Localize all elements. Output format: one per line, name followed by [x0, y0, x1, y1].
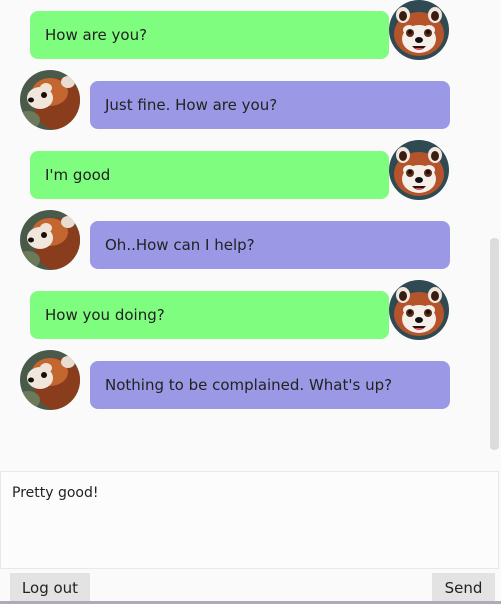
- their-message-bubble: Just fine. How are you?: [90, 81, 450, 129]
- my-message-bubble: How are you?: [30, 11, 389, 59]
- send-button[interactable]: Send: [432, 573, 495, 602]
- chat-messages-area[interactable]: How are you? Just fine. How are you? I'm…: [0, 0, 501, 470]
- chat-scrollbar[interactable]: [490, 238, 499, 450]
- message-row: I'm good: [0, 150, 501, 210]
- message-row: Oh..How can I help?: [0, 220, 501, 280]
- message-row: Nothing to be complained. What's up?: [0, 360, 501, 420]
- logout-button[interactable]: Log out: [10, 573, 90, 602]
- red-panda-avatar-icon: [389, 140, 449, 200]
- red-panda-avatar-icon: [20, 350, 80, 410]
- my-message-bubble: I'm good: [30, 151, 389, 199]
- their-message-bubble: Oh..How can I help?: [90, 221, 450, 269]
- message-row: How you doing?: [0, 290, 501, 350]
- their-message-bubble: Nothing to be complained. What's up?: [90, 361, 450, 409]
- message-input[interactable]: Pretty good!: [0, 471, 499, 569]
- red-panda-avatar-icon: [20, 70, 80, 130]
- red-panda-avatar-icon: [20, 210, 80, 270]
- red-panda-avatar-icon: [389, 0, 449, 60]
- message-row: Just fine. How are you?: [0, 80, 501, 140]
- message-row: How are you?: [0, 10, 501, 70]
- my-message-bubble: How you doing?: [30, 291, 389, 339]
- red-panda-avatar-icon: [389, 280, 449, 340]
